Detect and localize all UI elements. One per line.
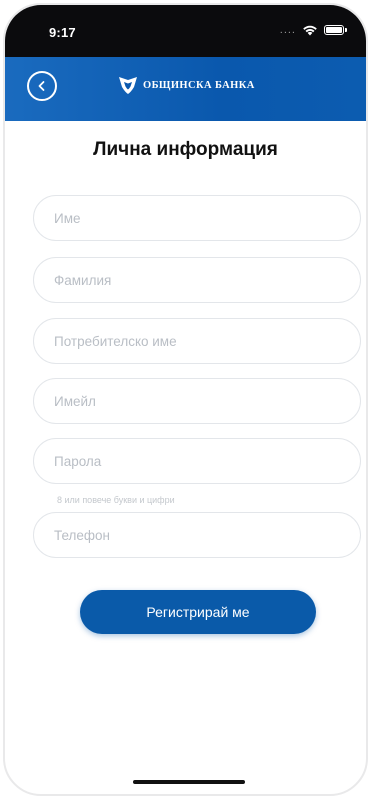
- shield-logo-icon: [119, 77, 137, 94]
- brand-name: ОБЩИНСКА БАНКА: [143, 79, 255, 91]
- username-field[interactable]: [33, 318, 361, 364]
- back-button[interactable]: [27, 71, 57, 101]
- email-field[interactable]: [33, 378, 361, 424]
- signal-dots-icon: ....: [279, 24, 296, 36]
- status-bar: 9:17 ....: [5, 5, 366, 57]
- last-name-field[interactable]: [33, 257, 361, 303]
- home-indicator: [133, 780, 245, 784]
- bank-logo: ОБЩИНСКА БАНКА: [117, 75, 255, 95]
- wifi-icon: [303, 25, 317, 36]
- app-header: ОБЩИНСКА БАНКА: [5, 57, 366, 121]
- register-button[interactable]: Регистрирай ме: [80, 590, 316, 634]
- password-hint: 8 или повече букви и цифри: [57, 495, 175, 505]
- password-field[interactable]: [33, 438, 361, 484]
- phone-field[interactable]: [33, 512, 361, 558]
- status-indicators: ....: [279, 24, 347, 36]
- page-title: Лична информация: [93, 139, 278, 160]
- battery-icon: [324, 25, 347, 35]
- chevron-left-icon: [38, 81, 45, 91]
- first-name-field[interactable]: [33, 195, 361, 241]
- device-frame: 9:17 .... ОБЩИНСКА БАНКА Лична информаци…: [3, 3, 368, 796]
- status-time: 9:17: [49, 25, 76, 40]
